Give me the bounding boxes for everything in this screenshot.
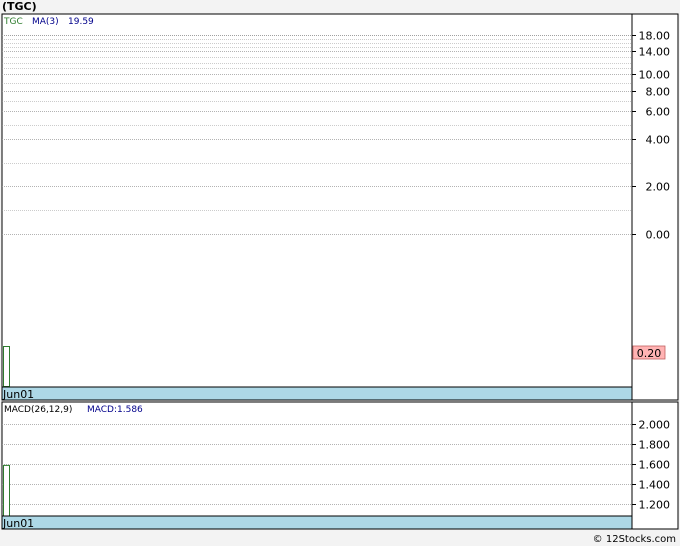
y-tick-label: 18.00 — [639, 30, 671, 43]
y-tick-label: 6.00 — [646, 106, 671, 119]
macd-y-tick-label: 1.600 — [639, 459, 671, 472]
y-tick-label: 4.00 — [646, 134, 671, 147]
ma-value: 19.59 — [68, 17, 94, 27]
ticker-label: TGC — [3, 17, 23, 27]
stock-chart: 18.00 14.00 10.00 8.00 6.00 4.00 2.00 0.00 0.20 T… — [1, 13, 679, 530]
macd-x-tick-label: Jun01 — [2, 517, 34, 530]
footer-credit: © 12Stocks.com — [592, 534, 676, 545]
price-bar — [3, 346, 10, 387]
macd-y-tick-label: 1.200 — [639, 499, 671, 512]
macd-indicator-label: MACD(26,12,9) — [4, 405, 72, 415]
macd-bar — [3, 464, 10, 517]
y-tick-label: 10.00 — [639, 69, 671, 82]
x-axis-band — [1, 386, 633, 401]
macd-x-axis-band — [1, 515, 633, 530]
macd-y-tick-label: 1.400 — [639, 479, 671, 492]
last-value-label: 0.20 — [637, 347, 662, 360]
price-panel — [1, 13, 633, 388]
y-tick-label: 14.00 — [639, 46, 671, 59]
macd-y-tick-label: 1.800 — [639, 439, 671, 452]
macd-value-label: MACD:1.586 — [87, 405, 143, 415]
macd-y-tick-label: 2.000 — [639, 419, 671, 432]
macd-panel — [1, 401, 633, 517]
x-tick-label: Jun01 — [2, 388, 34, 401]
ma-label: MA(3) — [32, 17, 59, 27]
y-tick-label: 8.00 — [646, 86, 671, 99]
y-tick-label: 2.00 — [646, 181, 671, 194]
y-tick-label: 0.00 — [646, 229, 671, 242]
